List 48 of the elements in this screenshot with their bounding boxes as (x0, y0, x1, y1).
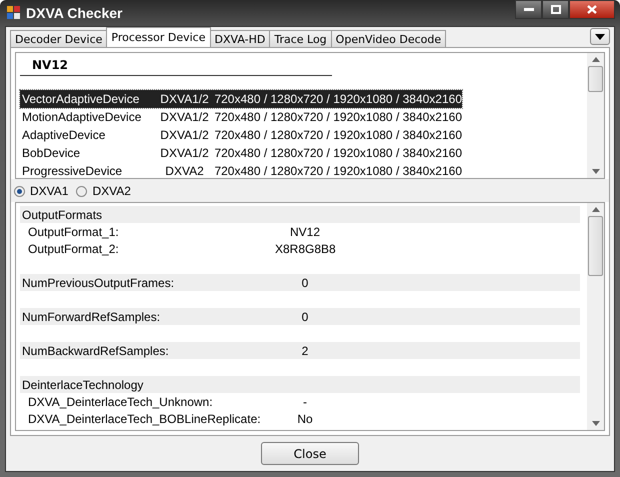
property-label: NumForwardRefSamples: (21, 310, 162, 324)
close-icon (587, 5, 597, 14)
tab[interactable]: Processor Device (106, 27, 211, 47)
scroll-thumb[interactable] (588, 66, 603, 92)
property-label: DXVA_DeinterlaceTech_Unknown: (27, 394, 214, 408)
property-label: OutputFormat_1: (27, 224, 120, 238)
property-label: NumPreviousOutputFrames: (21, 276, 176, 290)
tab[interactable]: Decoder Device (10, 30, 108, 47)
scroll-thumb[interactable] (588, 216, 603, 276)
radio-option[interactable]: DXVA2 (76, 184, 131, 198)
device-row[interactable]: VectorAdaptiveDevice DXVA1/2 720x480 / 1280x720 / 1920x1080 / 3840x2160 (20, 90, 462, 108)
minimize-icon (524, 8, 534, 12)
scrollbar[interactable] (587, 53, 604, 178)
property-label: OutputFormats (21, 208, 104, 222)
property-label: OutputFormat_2: (27, 242, 120, 256)
tab[interactable]: DXVA-HD (210, 30, 270, 47)
property-value: 0 (300, 276, 310, 290)
caret-down-icon (595, 34, 605, 40)
property-label: DeinterlaceTechnology (21, 378, 144, 392)
close-dialog-button[interactable]: Close (261, 442, 359, 465)
maximize-button[interactable] (542, 0, 569, 19)
scroll-up-icon (592, 207, 600, 212)
app-icon (7, 6, 21, 20)
minimize-button[interactable] (515, 0, 542, 19)
tab[interactable]: Trace Log (269, 30, 332, 47)
dropdown-button[interactable] (590, 28, 610, 45)
tab[interactable]: OpenVideo Decode (330, 30, 446, 47)
scrollbar[interactable] (587, 203, 604, 430)
scroll-down-icon (592, 421, 600, 426)
device-row[interactable]: MotionAdaptiveDevice DXVA1/2 720x480 / 1280x720 / 1920x1080 / 3840x2160 (20, 108, 462, 126)
property-value: No (296, 412, 314, 426)
property-value: - (302, 394, 308, 408)
device-row[interactable]: AdaptiveDevice DXVA1/2 720x480 / 1280x720 / 1920x1080 / 3840x2160 (20, 126, 462, 144)
property-value: 2 (300, 344, 310, 358)
property-value: NV12 (288, 224, 322, 238)
property-label: NumBackwardRefSamples: (21, 344, 170, 358)
property-label: DXVA_DeinterlaceTech_BOBLineReplicate: (27, 412, 262, 426)
radio-option[interactable]: DXVA1 (14, 184, 68, 198)
window-title: DXVA Checker (26, 5, 122, 21)
close-button[interactable] (569, 0, 615, 19)
property-value: X8R8G8B8 (275, 242, 335, 256)
maximize-icon (550, 5, 560, 14)
device-row[interactable]: BobDevice DXVA1/2 720x480 / 1280x720 / 1920x1080 / 3840x2160 (20, 144, 462, 162)
scroll-up-icon (592, 57, 600, 62)
scroll-down-icon (592, 169, 600, 174)
device-row[interactable]: ProgressiveDevice DXVA2 720x480 / 1280x720 / 1920x1080 / 3840x2160 (20, 162, 462, 180)
format-heading: NV12 (20, 55, 332, 76)
property-value: 0 (300, 310, 310, 324)
